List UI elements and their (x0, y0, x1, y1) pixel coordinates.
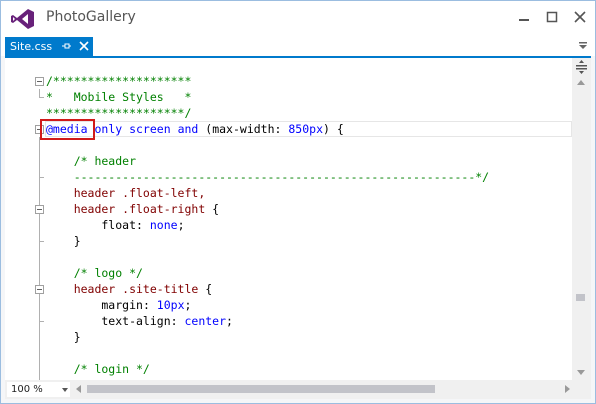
code-token: none (149, 218, 178, 232)
code-text: /* header (46, 153, 136, 169)
code-token: max-width (212, 122, 275, 136)
code-line[interactable]: /* logo */ (5, 265, 572, 281)
code-text: * Mobile Styles * (46, 89, 191, 105)
code-line[interactable]: /******************** (5, 73, 572, 89)
code-line[interactable]: header .site-title { (5, 281, 572, 297)
scroll-left-arrow-icon[interactable] (76, 385, 81, 393)
code-text: } (46, 233, 81, 249)
maximize-button[interactable] (539, 5, 565, 29)
code-line[interactable]: margin: 10px; (5, 297, 572, 313)
code-token: float (46, 218, 137, 232)
code-token: ; (184, 298, 192, 312)
code-text: float: none; (46, 217, 185, 233)
code-token: text-align (46, 314, 171, 328)
code-token: ( (198, 122, 213, 136)
code-line[interactable]: ----------------------------------------… (5, 169, 572, 185)
document-tab-strip: Site.css (1, 36, 595, 56)
ide-window: PhotoGallery Site.css /*****************… (0, 0, 596, 404)
code-token: /* login */ (46, 362, 150, 376)
code-token: { (198, 282, 213, 296)
code-text: } (46, 329, 81, 345)
code-line[interactable]: text-align: center; (5, 313, 572, 329)
code-token: /******************** (46, 74, 192, 88)
visual-studio-logo-icon (11, 9, 34, 29)
zoom-select[interactable]: 100 % (7, 382, 70, 397)
code-token: } (46, 330, 81, 344)
code-token: and (177, 122, 199, 136)
tab-site-css[interactable]: Site.css (5, 37, 93, 56)
splitter-icon[interactable] (575, 60, 588, 74)
code-token: : (136, 218, 150, 232)
code-token: /* header (46, 154, 137, 168)
pin-icon[interactable] (60, 40, 72, 52)
code-token: : (274, 122, 289, 136)
code-token: : (170, 314, 185, 328)
close-window-button[interactable] (567, 5, 593, 29)
horizontal-scroll-thumb[interactable] (87, 385, 435, 393)
tab-label: Site.css (10, 40, 53, 53)
code-token: ----------------------------------------… (46, 170, 490, 184)
code-token: only screen (87, 122, 178, 136)
code-token: /* logo */ (46, 266, 143, 280)
title-bar: PhotoGallery (1, 1, 595, 36)
code-line[interactable]: /* header (5, 153, 572, 169)
chevron-down-icon[interactable] (578, 42, 588, 50)
maximize-icon (546, 11, 558, 23)
collapse-region-icon[interactable] (35, 285, 44, 294)
code-text: ----------------------------------------… (46, 169, 489, 185)
code-token: margin (46, 298, 143, 312)
code-token: header .float-right (46, 202, 206, 216)
code-text: margin: 10px; (46, 297, 191, 313)
code-token: { (205, 202, 220, 216)
code-text: /******************** (46, 73, 191, 89)
code-token: ; (177, 218, 185, 232)
code-token: center (184, 314, 227, 328)
code-editor[interactable]: /******************** * Mobile Styles * **… (5, 58, 572, 380)
code-line[interactable]: header .float-left, (5, 185, 572, 201)
code-line[interactable] (5, 345, 572, 361)
code-token: * Mobile Styles * (46, 90, 192, 104)
code-token: 850px (288, 122, 323, 136)
code-token: ; (226, 314, 233, 328)
close-icon (574, 11, 586, 23)
code-line[interactable]: * Mobile Styles * (5, 89, 572, 105)
chevron-down-icon (62, 388, 68, 392)
scroll-up-arrow-icon[interactable] (577, 80, 585, 85)
code-token: } (46, 234, 81, 248)
close-icon[interactable] (78, 40, 90, 52)
code-token: header .site-title (46, 282, 199, 296)
code-line[interactable]: float: none; (5, 217, 572, 233)
highlight-box (40, 119, 95, 140)
zoom-value: 100 % (11, 384, 43, 395)
code-text: text-align: center; (46, 313, 233, 329)
code-token: ) { (323, 122, 344, 136)
scroll-down-arrow-icon[interactable] (577, 370, 585, 375)
code-token: 10px (156, 298, 185, 312)
code-line[interactable]: /* login */ (5, 361, 572, 377)
code-token: ********************/ (46, 106, 192, 120)
code-line[interactable]: } (5, 329, 572, 345)
scroll-right-arrow-icon[interactable] (565, 385, 570, 393)
code-text: /* logo */ (46, 265, 143, 281)
app-title: PhotoGallery (46, 9, 136, 25)
code-line[interactable] (5, 249, 572, 265)
editor-bottom-bar: 100 % (5, 380, 591, 399)
code-line[interactable]: } (5, 233, 572, 249)
vertical-scrollbar[interactable] (572, 58, 591, 380)
code-token: : (142, 298, 157, 312)
code-text: /* login */ (46, 361, 150, 377)
collapse-region-icon[interactable] (35, 205, 44, 214)
code-text: header .float-right { (46, 201, 219, 217)
code-text: header .float-left, (46, 185, 206, 201)
code-line[interactable]: header .float-right { (5, 201, 572, 217)
code-token: header .float-left, (46, 186, 206, 200)
minimize-icon (519, 19, 529, 21)
code-text: header .site-title { (46, 281, 213, 297)
collapse-region-icon[interactable] (35, 77, 44, 86)
vertical-scroll-thumb[interactable] (576, 294, 585, 301)
minimize-button[interactable] (511, 5, 537, 29)
